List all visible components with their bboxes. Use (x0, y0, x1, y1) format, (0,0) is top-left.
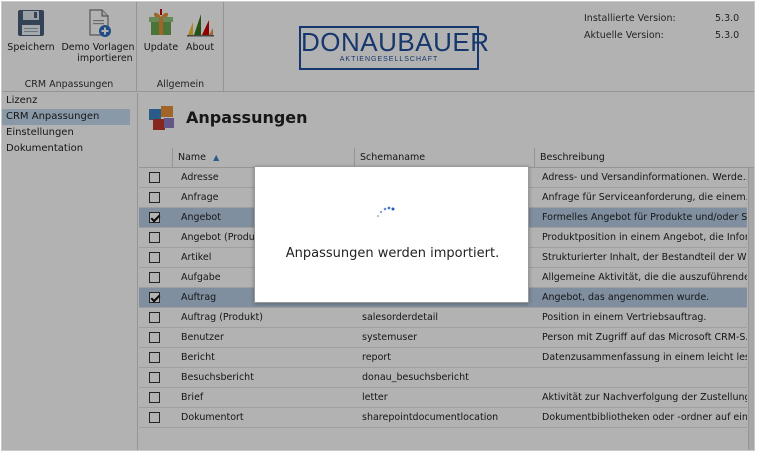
cell-beschreibung: Adress- und Versandinformationen. Werde.… (542, 172, 747, 183)
cell-beschreibung: Aktivität zur Nachverfolgung der Zustell… (542, 392, 747, 403)
cell-schemaname: systemuser (362, 332, 418, 343)
column-header-beschreibung[interactable]: Beschreibung (534, 148, 748, 168)
floppy-disk-icon (18, 10, 44, 36)
sidebar: Lizenz CRM Anpassungen Einstellungen Dok… (2, 93, 138, 450)
cell-schemaname: donau_besuchsbericht (362, 372, 469, 383)
cell-beschreibung: Strukturierter Inhalt, der Bestandteil d… (542, 252, 747, 263)
cell-beschreibung: Position in einem Vertriebsauftrag. (542, 312, 707, 323)
cell-beschreibung: Allgemeine Aktivität, die die auszuführe… (542, 272, 747, 283)
cell-name: Benutzer (181, 332, 224, 343)
ribbon-group-allgemein: Update About Allgemein (138, 2, 224, 92)
row-checkbox[interactable] (149, 292, 160, 303)
installed-version-label: Installierte Version: (584, 13, 676, 24)
row-checkbox[interactable] (149, 232, 160, 243)
section-header: Anpassungen (139, 93, 754, 143)
application-window: Speichern Demo Vorlagen importieren CRM … (1, 1, 755, 451)
table-row[interactable]: Dokumentort sharepointdocumentlocation Dok… (139, 408, 747, 428)
cell-beschreibung: Formelles Angebot für Produkte und/oder … (542, 212, 747, 223)
row-checkbox[interactable] (149, 212, 160, 223)
installed-version-value: 5.3.0 (715, 13, 740, 24)
cell-schemaname: letter (362, 392, 388, 403)
column-header-name-label: Name (178, 152, 207, 163)
logo-subtitle: AKTIENGESELLSCHAFT (339, 56, 439, 63)
save-button-label: Speichern (7, 42, 55, 53)
about-button[interactable]: About (183, 8, 217, 53)
row-checkbox[interactable] (149, 412, 160, 423)
page-title: Anpassungen (186, 108, 308, 127)
cell-beschreibung: Dokumentbibliotheken oder -ordner auf ei… (542, 412, 747, 423)
save-button[interactable]: Speichern (5, 8, 57, 53)
table-row[interactable]: Brief letter Aktivität zur Nachverfolgung … (139, 388, 747, 408)
cell-name: Bericht (181, 352, 215, 363)
cell-beschreibung: Produktposition in einem Angebot, die In… (542, 232, 747, 243)
row-checkbox[interactable] (149, 192, 160, 203)
demo-button-label-line2: importieren (77, 53, 133, 64)
import-progress-dialog: Anpassungen werden importiert. (254, 166, 529, 303)
cell-schemaname: salesorderdetail (362, 312, 439, 323)
sidebar-item-lizenz[interactable]: Lizenz (2, 93, 137, 109)
row-checkbox[interactable] (149, 272, 160, 283)
puzzle-blocks-icon (149, 106, 174, 130)
ribbon-group-label: CRM Anpassungen (24, 79, 114, 90)
document-add-icon (89, 9, 111, 37)
demo-button-label-line1: Demo Vorlagen (61, 42, 135, 53)
row-checkbox[interactable] (149, 172, 160, 183)
loading-spinner-icon (376, 206, 395, 218)
cell-name: Dokumentort (181, 412, 244, 423)
row-checkbox[interactable] (149, 252, 160, 263)
table-row[interactable]: Bericht report Datenzusammenfassung in ein… (139, 348, 747, 368)
row-checkbox[interactable] (149, 312, 160, 323)
row-checkbox[interactable] (149, 352, 160, 363)
sort-ascending-icon: ▲ (213, 153, 220, 162)
about-button-label: About (185, 42, 215, 53)
cell-name: Brief (181, 392, 204, 403)
gift-box-icon (149, 9, 173, 35)
cell-schemaname: sharepointdocumentlocation (362, 412, 499, 423)
cell-beschreibung: Angebot, das angenommen wurde. (542, 292, 710, 303)
cell-schemaname: report (362, 352, 392, 363)
company-logo: DONAUBAUER AKTIENGESELLSCHAFT (299, 26, 490, 70)
update-button-label: Update (143, 42, 179, 53)
sidebar-item-crm-anpassungen[interactable]: CRM Anpassungen (2, 109, 130, 125)
sidebar-item-einstellungen[interactable]: Einstellungen (2, 125, 137, 141)
sidebar-item-dokumentation[interactable]: Dokumentation (2, 141, 137, 157)
cell-name: Besuchsbericht (181, 372, 254, 383)
ribbon-group-crm-anpassungen: Speichern Demo Vorlagen importieren CRM … (2, 2, 137, 92)
cell-beschreibung: Anfrage für Serviceanforderung, die eine… (542, 192, 747, 203)
table-row[interactable]: Benutzer systemuser Person mit Zugriff auf… (139, 328, 747, 348)
ribbon: Speichern Demo Vorlagen importieren CRM … (2, 2, 754, 92)
row-checkbox[interactable] (149, 332, 160, 343)
table-row[interactable]: Besuchsbericht donau_besuchsbericht (139, 368, 747, 388)
import-progress-message: Anpassungen werden importiert. (285, 246, 500, 261)
logo-name: DONAUBAUER (301, 27, 490, 57)
update-button[interactable]: Update (143, 8, 179, 53)
demo-vorlagen-importieren-button[interactable]: Demo Vorlagen importieren (60, 8, 136, 64)
row-checkbox[interactable] (149, 392, 160, 403)
bar-chart-icon (187, 14, 214, 37)
column-header-schemaname[interactable]: Schemaname (354, 148, 534, 168)
cell-name: Auftrag (Produkt) (181, 312, 263, 323)
vertical-scrollbar[interactable] (748, 168, 754, 450)
ribbon-group-label: Allgemein (156, 79, 205, 90)
table-row[interactable]: Auftrag (Produkt) salesorderdetail Positio… (139, 308, 747, 328)
table-header: Name ▲ Schemaname Beschreibung (139, 148, 754, 168)
cell-beschreibung: Person mit Zugriff auf das Microsoft CRM… (542, 332, 747, 343)
column-header-name[interactable]: Name ▲ (172, 148, 354, 168)
current-version-value: 5.3.0 (715, 30, 740, 41)
current-version-label: Aktuelle Version: (584, 30, 664, 41)
cell-beschreibung: Datenzusammenfassung in einem leicht les… (542, 352, 747, 363)
row-checkbox[interactable] (149, 372, 160, 383)
cell-beschreibung (542, 368, 747, 387)
